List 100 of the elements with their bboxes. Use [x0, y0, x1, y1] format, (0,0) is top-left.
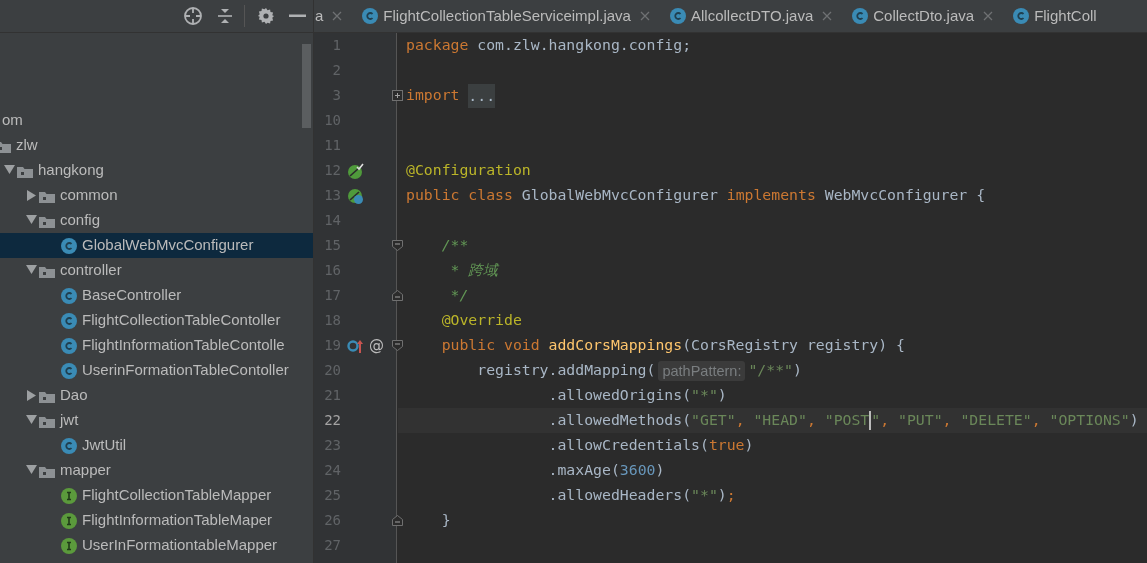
collapsed-arrow-icon[interactable]	[26, 190, 36, 201]
code-text: public class GlobalWebMvcConfigurer implements WebMvcConfigurer {	[406, 185, 986, 206]
tree-row[interactable]: JwtUtil	[0, 433, 313, 458]
code-text: public void addCorsMappings(CorsRegistry registry) {	[441, 335, 905, 356]
collapsed-arrow-icon[interactable]	[26, 390, 36, 401]
class-icon	[61, 362, 77, 379]
tree-row[interactable]: om	[0, 108, 313, 133]
tree-row[interactable]: controller	[0, 258, 313, 283]
tree-item-label: om	[2, 110, 23, 131]
scrollbar-thumb[interactable]	[302, 44, 311, 128]
tree-row[interactable]: FlightCollectionTableContoller	[0, 308, 313, 333]
expanded-arrow-icon[interactable]	[25, 265, 37, 276]
tree-item-label: Dao	[60, 385, 88, 406]
minimize-icon[interactable]	[289, 14, 306, 18]
tree-item-label: GlobalWebMvcConfigurer	[82, 235, 254, 256]
bean-check-icon[interactable]	[347, 162, 364, 179]
class-icon	[362, 8, 379, 24]
editor-tab[interactable]: FlightColl	[1007, 0, 1111, 32]
tree-row[interactable]: common	[0, 183, 313, 208]
expanded-arrow-icon[interactable]	[25, 415, 37, 426]
tree-item-label: hangkong	[38, 160, 104, 181]
close-icon[interactable]	[332, 11, 343, 21]
tree-item-label: FlightCollectionTableContoller	[82, 310, 281, 331]
override-up-arrow-icon[interactable]	[347, 337, 364, 354]
code-text: */	[450, 285, 469, 306]
collapse-fold-icon[interactable]	[392, 290, 403, 301]
expanded-arrow-icon[interactable]	[25, 465, 37, 476]
class-icon	[1013, 8, 1030, 24]
gutter-glyph[interactable]: @	[369, 334, 384, 357]
code-text: .allowCredentials(true)	[548, 435, 754, 456]
editor-tab[interactable]: FlightCollectionTableServiceimpl.java	[356, 0, 664, 32]
tree-item-label: UserInFormationtableMapper	[82, 535, 278, 556]
tree-item-label: FlightInformationTableMaper	[82, 510, 273, 531]
tree-row[interactable]: FlightInformationTableMaper	[0, 508, 313, 533]
code-text: ", "PUT", "DELETE", "OPTIONS")	[871, 410, 1139, 431]
tree-item-label: config	[60, 210, 101, 231]
code-text: }	[441, 510, 451, 531]
editor-tab[interactable]: CollectDto.java	[846, 0, 1008, 32]
tree-item-label: jwt	[60, 410, 79, 431]
class-icon	[61, 237, 77, 254]
close-icon[interactable]	[822, 11, 833, 21]
line-number: 22	[323, 411, 341, 430]
code-text: import	[406, 85, 460, 106]
code-text: @Override	[441, 310, 522, 331]
code-text: .allowedMethods("GET", "HEAD", "POST	[548, 410, 870, 431]
class-icon	[61, 312, 77, 329]
tree-row[interactable]: jwt	[0, 408, 313, 433]
class-icon	[61, 337, 77, 354]
code-text: "/**")	[748, 360, 802, 381]
interface-icon	[61, 512, 77, 529]
code-text: /**	[441, 235, 469, 256]
editor-tab[interactable]: a	[314, 0, 357, 32]
code-text: @Configuration	[406, 160, 531, 181]
text-cursor	[869, 411, 872, 430]
editor-tab[interactable]: AllcollectDTO.java	[663, 0, 847, 32]
tree-row[interactable]: hangkong	[0, 158, 313, 183]
tree-row[interactable]: config	[0, 208, 313, 233]
expanded-arrow-icon[interactable]	[3, 165, 15, 176]
expanded-arrow-icon[interactable]	[25, 215, 37, 226]
tree-item-label: JwtUtil	[82, 435, 127, 456]
tree-row[interactable]: mapper	[0, 458, 313, 483]
collapse-fold-icon[interactable]	[392, 515, 403, 526]
collapse-all-icon[interactable]	[216, 7, 234, 25]
expand-fold-icon[interactable]	[392, 90, 403, 101]
code-text: * 跨域	[450, 260, 499, 281]
tree-item-label: BaseController	[82, 285, 182, 306]
tree-row[interactable]: UserinFormationTableContoller	[0, 358, 313, 383]
code-text: .allowedHeaders("*");	[548, 485, 736, 506]
tree-row[interactable]: UserInFormationtableMapper	[0, 533, 313, 558]
tree-row[interactable]: GlobalWebMvcConfigurer	[0, 233, 313, 258]
code-text: .allowedOrigins("*")	[548, 385, 727, 406]
close-icon[interactable]	[639, 11, 650, 21]
code-text: package com.zlw.hangkong.config;	[406, 35, 692, 56]
locate-icon[interactable]	[183, 6, 203, 26]
code-text: registry.addMapping(	[477, 360, 656, 381]
bean-class-icon[interactable]	[347, 187, 364, 204]
interface-icon	[61, 537, 77, 554]
code-text: .maxAge(3600)	[548, 460, 665, 481]
collapse-fold-icon[interactable]	[392, 340, 403, 351]
tree-item-label: UserinFormationTableContoller	[82, 360, 289, 381]
interface-icon	[61, 487, 77, 504]
folded-code[interactable]: ...	[468, 83, 496, 108]
class-icon	[669, 8, 686, 24]
class-icon	[852, 8, 869, 24]
tree-row[interactable]: FlightInformationTableContolle	[0, 333, 313, 358]
collapse-fold-icon[interactable]	[392, 240, 403, 251]
tree-item-label: FlightInformationTableContolle	[82, 335, 285, 356]
tree-item-label: common	[60, 185, 118, 206]
close-icon[interactable]	[983, 11, 994, 21]
parameter-hint: pathPattern:	[658, 360, 746, 381]
tree-row[interactable]: Dao	[0, 383, 313, 408]
tree-row[interactable]: zlw	[0, 133, 313, 158]
class-icon	[61, 437, 77, 454]
tree-row[interactable]: FlightCollectionTableMapper	[0, 483, 313, 508]
tree-item-label: mapper	[60, 460, 111, 481]
tree-item-label: controller	[60, 260, 122, 281]
settings-icon[interactable]	[257, 7, 275, 25]
tree-item-label: zlw	[16, 135, 38, 156]
class-icon	[61, 287, 77, 304]
tree-row[interactable]: BaseController	[0, 283, 313, 308]
